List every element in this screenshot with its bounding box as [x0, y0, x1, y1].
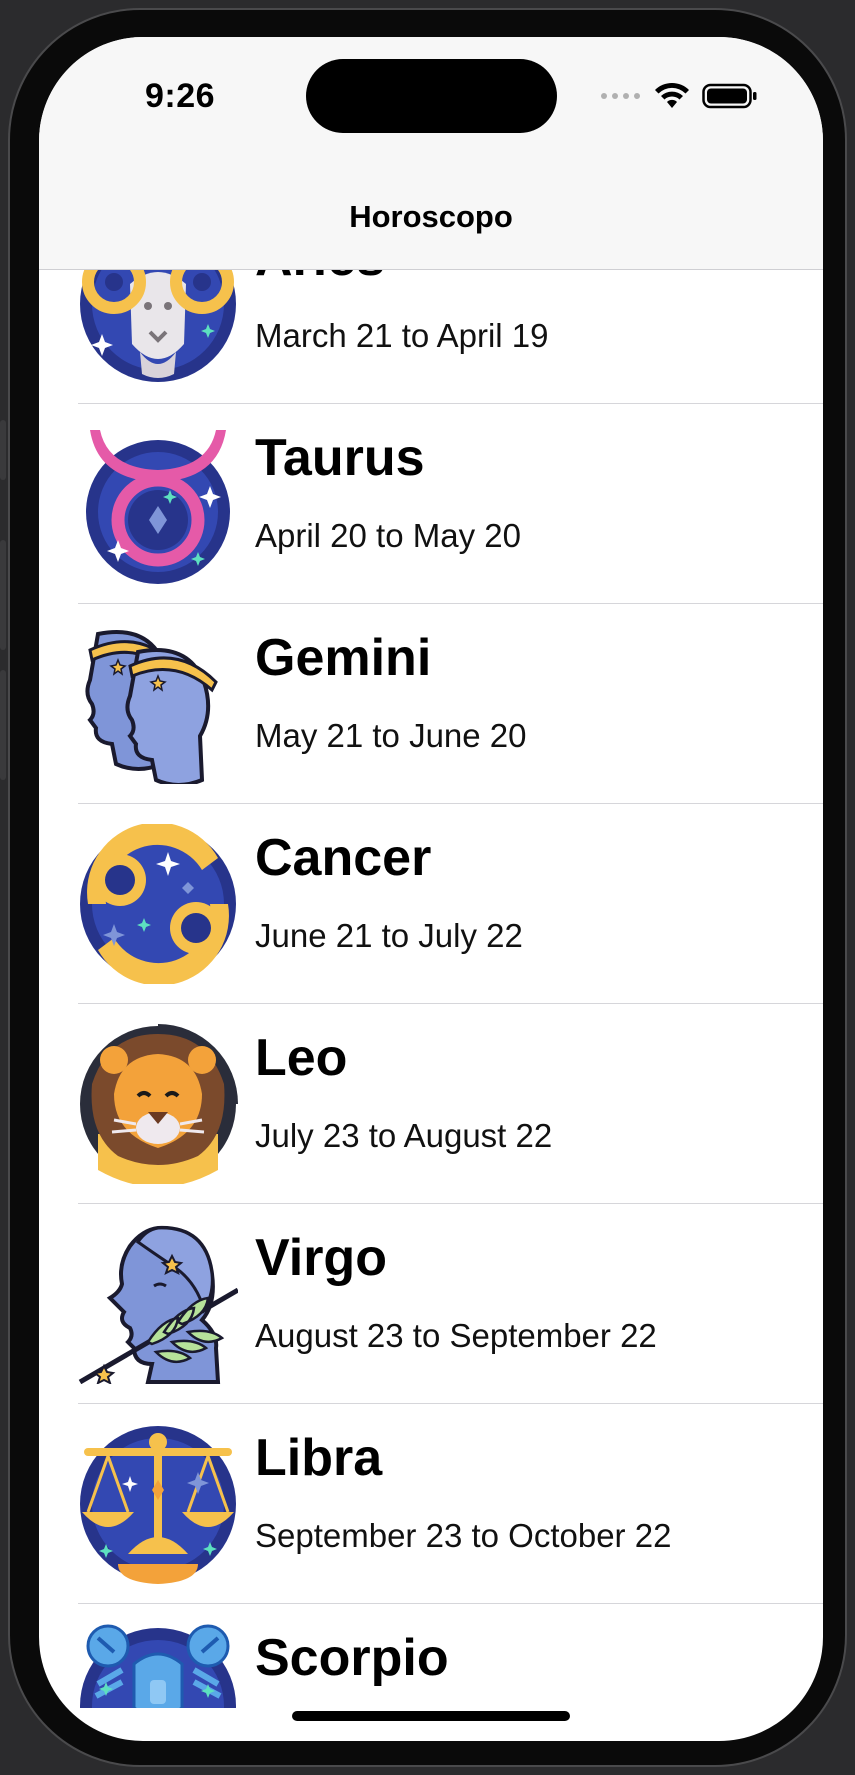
leo-icon: [80, 1024, 238, 1184]
taurus-icon: [86, 430, 230, 584]
sign-dates: April 20 to May 20: [255, 517, 521, 554]
sign-name: Aries: [255, 270, 385, 288]
list-item-gemini[interactable]: Gemini May 21 to June 20: [39, 604, 823, 804]
silent-switch: [0, 420, 6, 480]
sign-name: Leo: [255, 1029, 348, 1087]
sign-name: Gemini: [255, 629, 432, 687]
wifi-icon: [655, 82, 689, 108]
list-item-leo[interactable]: Leo July 23 to August 22: [39, 1004, 823, 1204]
scorpio-icon: [80, 1624, 236, 1708]
sign-name: Scorpio: [255, 1629, 449, 1687]
sign-dates: August 23 to September 22: [255, 1317, 657, 1354]
sign-dates: June 21 to July 22: [255, 917, 523, 954]
list-item-libra[interactable]: Libra September 23 to October 22: [39, 1404, 823, 1604]
phone-screen: 9:26 Horoscopo March 21 to April 19 Taur…: [39, 37, 823, 1741]
list-item-aries[interactable]: Aries March 21 to April 19: [39, 270, 823, 404]
sign-dates: March 21 to April 19: [255, 317, 549, 354]
navigation-bar: Horoscopo: [39, 177, 823, 270]
volume-down-button: [0, 670, 6, 780]
sign-dates: May 21 to June 20: [255, 717, 527, 754]
volume-up-button: [0, 540, 6, 650]
status-time: 9:26: [145, 77, 216, 115]
gemini-icon: [85, 630, 218, 784]
status-bar: 9:26: [39, 37, 823, 177]
page-title: Horoscopo: [349, 199, 513, 234]
status-icons: [601, 81, 758, 111]
virgo-icon: [78, 1225, 238, 1384]
sign-name: Taurus: [255, 429, 425, 487]
libra-icon: [80, 1426, 236, 1584]
sign-dates: July 23 to August 22: [255, 1117, 553, 1154]
home-indicator[interactable]: [292, 1711, 570, 1721]
battery-icon: [702, 83, 757, 109]
sign-name: Cancer: [255, 829, 432, 887]
list-item-virgo[interactable]: Virgo August 23 to September 22: [39, 1204, 823, 1404]
list-item-cancer[interactable]: Cancer June 21 to July 22: [39, 804, 823, 1004]
sign-name: Libra: [255, 1429, 383, 1487]
sign-name: Virgo: [255, 1229, 387, 1287]
cellular-signal-icon: [601, 93, 640, 99]
aries-icon: [80, 270, 236, 382]
zodiac-list[interactable]: Aries March 21 to April 19 Taurus April …: [39, 270, 823, 1708]
sign-dates: September 23 to October 22: [255, 1517, 672, 1554]
dynamic-island: [306, 59, 557, 133]
list-item-taurus[interactable]: Taurus April 20 to May 20: [39, 404, 823, 604]
cancer-icon: [80, 824, 236, 984]
list-item-scorpio[interactable]: Scorpio: [39, 1604, 823, 1708]
